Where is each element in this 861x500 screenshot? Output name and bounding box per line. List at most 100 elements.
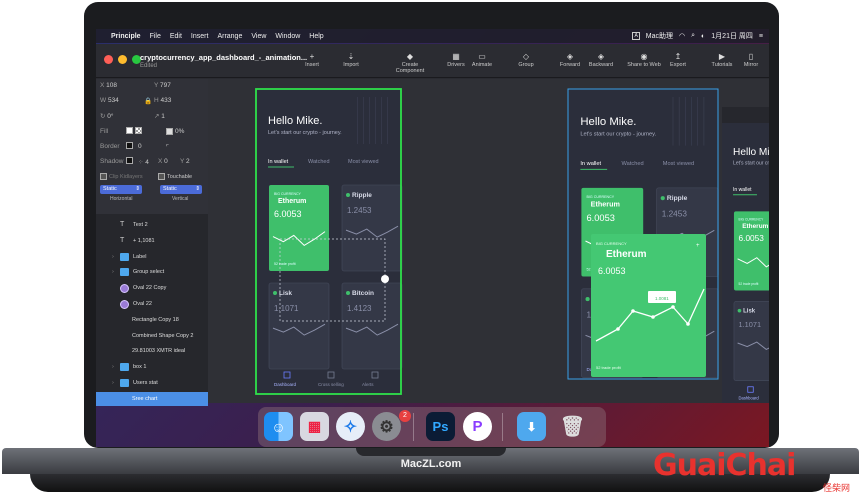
card-2[interactable]	[268, 282, 330, 370]
menu-edit[interactable]: Edit	[170, 33, 182, 40]
dock-divider	[413, 413, 414, 441]
fill-swatch-icon[interactable]	[126, 127, 144, 134]
principle-app-icon[interactable]: P	[463, 412, 492, 441]
toolbar-icon: ▯	[748, 52, 754, 61]
toolbar-group-button[interactable]: ◇ Group	[504, 51, 548, 68]
layer-row[interactable]: › Group select	[96, 265, 208, 279]
minimize-window-button[interactable]	[118, 55, 127, 64]
card-footnote: 52 trade profit	[274, 262, 296, 266]
layer-row[interactable]: Combined Shape Copy 2	[96, 329, 208, 343]
disclosure-arrow-icon[interactable]: ›	[112, 376, 114, 390]
layer-name: Users stat	[133, 380, 158, 386]
layer-row[interactable]: Oval 22 Copy	[96, 281, 208, 295]
shadow-blur-field[interactable]: ⁘ 4	[138, 158, 149, 166]
preview-titlebar	[722, 107, 769, 123]
vertical-select[interactable]: Static ⇕	[160, 185, 202, 194]
chart-point	[686, 322, 690, 326]
menu-date[interactable]: 1月21日 周四	[711, 31, 753, 41]
menu-view[interactable]: View	[251, 33, 266, 40]
shadow-y-field[interactable]: Y 2	[180, 158, 190, 165]
wifi-icon[interactable]: ◠	[679, 32, 685, 40]
control-center-icon[interactable]: ◐	[701, 33, 705, 40]
photoshop-icon[interactable]: Ps	[426, 412, 455, 441]
watermark-text: GuaiChai	[653, 448, 796, 483]
tab-2: Most viewed	[348, 159, 379, 165]
shadow-swatch-icon[interactable]	[126, 157, 135, 164]
inspector-h-field[interactable]: H 433	[154, 97, 171, 104]
disclosure-arrow-icon[interactable]: ›	[112, 250, 114, 264]
launchpad-icon[interactable]: ▦	[300, 412, 329, 441]
greeting-title: Hello Mike.	[733, 147, 769, 158]
input-method-icon[interactable]: A	[632, 32, 640, 40]
toolbar-export-button[interactable]: ↥ Export	[656, 51, 700, 68]
horizontal-label: Horizontal	[110, 196, 133, 202]
finder-icon[interactable]: ☺	[264, 412, 293, 441]
card-name: Lisk	[743, 309, 756, 315]
trash-icon[interactable]: 🗑	[558, 412, 587, 441]
border-width-field[interactable]: 0	[138, 143, 142, 150]
layer-row[interactable]: Oval 22	[96, 297, 208, 311]
disclosure-arrow-icon[interactable]: ›	[112, 360, 114, 374]
resize-handle-icon[interactable]	[381, 275, 389, 283]
layer-row[interactable]: Sree chart	[96, 391, 208, 406]
menu-window[interactable]: Window	[275, 33, 300, 40]
card-value: 1.1071	[739, 320, 762, 329]
layer-name: 29.81003 XMTR ideal	[132, 348, 186, 355]
toolbar-create-component-button[interactable]: ◆ Create Component	[388, 51, 432, 74]
photo-stage: MacZL.com Principle File Edit Insert Arr…	[0, 0, 861, 500]
inspector-w-field[interactable]: W 534	[100, 97, 119, 104]
toolbar-label: Import	[343, 62, 359, 68]
search-icon[interactable]: ⌕	[691, 32, 695, 40]
mac-assistant-menu[interactable]: Mac助理	[646, 31, 673, 41]
corner-radius-icon[interactable]: ⌜	[166, 143, 169, 151]
design-canvas[interactable]: Hello Mike. Let's start our crypto - jour…	[208, 79, 769, 403]
layer-row[interactable]: T + 1,1081	[96, 234, 208, 248]
disclosure-arrow-icon[interactable]: ›	[112, 265, 114, 279]
horizontal-select[interactable]: Static ⇕	[100, 185, 142, 194]
nav-0: Dashboard	[274, 382, 297, 387]
card-tag: BIG CURRENCY	[596, 241, 627, 246]
clip-kidlayers-checkbox[interactable]: Clip Kidlayers	[100, 173, 143, 180]
fill-opacity-field[interactable]: 0%	[166, 128, 184, 135]
layer-row[interactable]: › Label	[96, 250, 208, 264]
inspector-x-field[interactable]: X 108	[100, 82, 117, 89]
layer-row[interactable]: Rectangle Copy 18	[96, 313, 208, 327]
downloads-folder-icon[interactable]: ⬇	[517, 412, 546, 441]
layer-row[interactable]: T Text 2	[96, 218, 208, 232]
inspector-rotation-field[interactable]: ↻ 0°	[100, 112, 113, 120]
inspector-y-field[interactable]: Y 797	[154, 82, 171, 89]
border-swatch-icon[interactable]	[126, 142, 135, 149]
notification-list-icon[interactable]: ≡	[759, 33, 763, 40]
touchable-checkbox[interactable]: Touchable	[158, 173, 192, 180]
toolbar-import-button[interactable]: ⇣ Import	[329, 51, 373, 68]
safari-icon[interactable]: ✧	[336, 412, 365, 441]
menu-file[interactable]: File	[150, 33, 161, 40]
toolbar-animate-button[interactable]: ▭ Animate	[460, 51, 504, 68]
tab-2: Most viewed	[663, 161, 694, 167]
toolbar-label: Animate	[471, 62, 493, 68]
card-1[interactable]	[341, 184, 403, 272]
card-footnote: 52 trade profit	[596, 365, 622, 370]
toolbar-insert-button[interactable]: + Insert	[290, 51, 334, 68]
layer-name: Oval 22 Copy	[133, 285, 167, 292]
layer-row[interactable]: › box 1	[96, 360, 208, 374]
toolbar-icon: ◆	[406, 52, 414, 61]
layer-row[interactable]: 29.81003 XMTR ideal	[96, 344, 208, 358]
close-window-button[interactable]	[104, 55, 113, 64]
system-preferences-icon[interactable]: ⚙	[372, 412, 401, 441]
toolbar-icon: ⇣	[347, 52, 355, 61]
vertical-label: Vertical	[172, 196, 189, 202]
lock-icon[interactable]: 🔒	[144, 97, 152, 105]
shadow-x-field[interactable]: X 0	[158, 158, 168, 165]
notification-badge: 2	[399, 410, 411, 422]
menu-app-name[interactable]: Principle	[111, 33, 141, 40]
layer-row[interactable]: › Users stat	[96, 376, 208, 390]
toolbar-backward-button[interactable]: ◈ Backward	[579, 51, 623, 68]
toolbar-mirror-button[interactable]: ▯ Mirror	[729, 51, 769, 68]
menu-help[interactable]: Help	[309, 33, 323, 40]
menu-insert[interactable]: Insert	[191, 33, 209, 40]
menu-arrange[interactable]: Arrange	[217, 33, 242, 40]
inspector-scale-field[interactable]: ↗ 1	[154, 112, 165, 120]
nav-0: Dashboard	[739, 396, 760, 401]
coin-dot-icon	[585, 297, 590, 302]
